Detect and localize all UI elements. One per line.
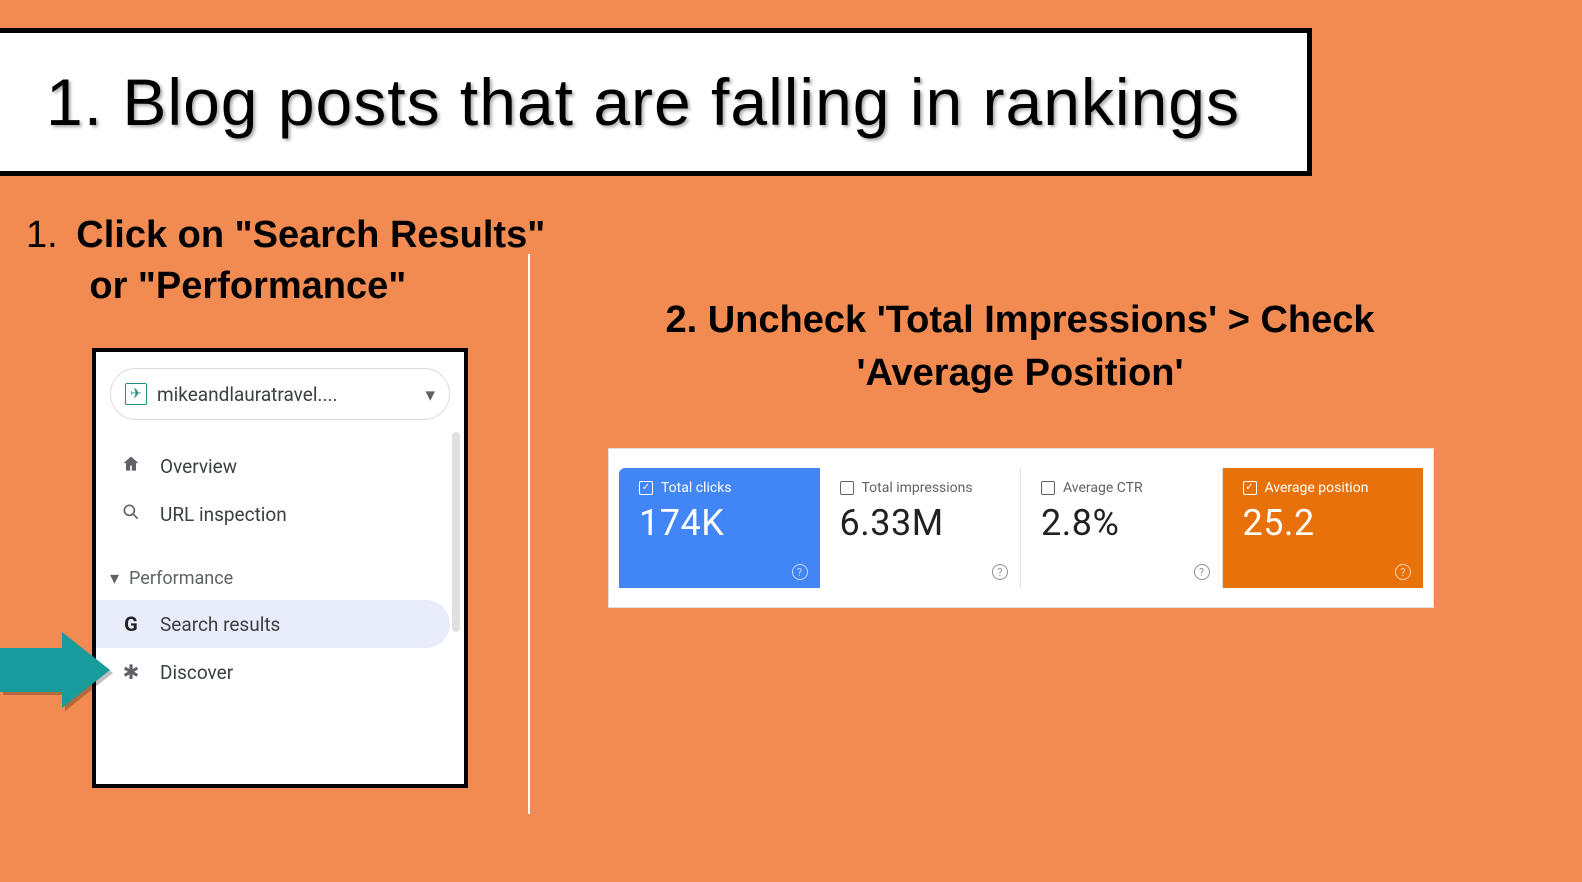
home-icon xyxy=(120,454,142,479)
checkbox-checked-icon: ✓ xyxy=(639,481,653,495)
sidebar-item-url-inspection[interactable]: URL inspection xyxy=(96,490,464,538)
sidebar-item-label: Search results xyxy=(160,613,280,636)
performance-metrics-panel: ✓ Total clicks 174K ? Total impressions … xyxy=(608,448,1434,608)
metric-label: Average CTR xyxy=(1063,480,1143,496)
checkbox-unchecked-icon xyxy=(840,481,854,495)
search-icon xyxy=(120,502,142,527)
sidebar-section-label: Performance xyxy=(129,568,233,589)
help-icon[interactable]: ? xyxy=(792,564,808,580)
slide-title: 1. Blog posts that are falling in rankin… xyxy=(46,64,1240,140)
metric-card-average-position[interactable]: ✓ Average position 25.2 ? xyxy=(1223,468,1424,588)
step2-instruction: 2. Uncheck 'Total Impressions' > Check '… xyxy=(570,294,1470,400)
sidebar-item-label: URL inspection xyxy=(160,503,287,526)
sidebar-item-overview[interactable]: Overview xyxy=(96,442,464,490)
metric-label: Average position xyxy=(1265,480,1369,496)
sidebar-item-discover[interactable]: ✱ Discover xyxy=(96,648,464,696)
pointer-arrow-icon xyxy=(0,632,110,708)
google-g-icon: G xyxy=(120,612,142,636)
chevron-down-icon: ▾ xyxy=(110,568,119,589)
step1-line1: Click on "Search Results" xyxy=(76,214,545,256)
metric-value: 174K xyxy=(639,502,800,544)
step2-line1: 2. Uncheck 'Total Impressions' > Check xyxy=(665,299,1374,341)
sidebar-item-label: Overview xyxy=(160,455,237,478)
step1-number: 1. xyxy=(26,214,58,256)
metric-card-average-ctr[interactable]: Average CTR 2.8% ? xyxy=(1021,468,1223,588)
checkbox-unchecked-icon xyxy=(1041,481,1055,495)
checkbox-checked-icon: ✓ xyxy=(1243,481,1257,495)
help-icon[interactable]: ? xyxy=(1194,564,1210,580)
metric-card-total-impressions[interactable]: Total impressions 6.33M ? xyxy=(820,468,1022,588)
vertical-divider xyxy=(528,254,530,814)
sidebar-section-performance[interactable]: ▾ Performance xyxy=(96,556,464,600)
search-console-sidebar: ✈ mikeandlauratravel.... ▾ Overview URL … xyxy=(92,348,468,788)
metric-value: 25.2 xyxy=(1243,502,1404,544)
asterisk-icon: ✱ xyxy=(120,660,142,684)
metric-label: Total impressions xyxy=(862,480,973,496)
site-favicon-icon: ✈ xyxy=(125,383,147,405)
help-icon[interactable]: ? xyxy=(1395,564,1411,580)
chevron-down-icon: ▾ xyxy=(425,383,435,406)
step1-instruction: 1. Click on "Search Results" or "Perform… xyxy=(26,210,545,313)
property-name: mikeandlauratravel.... xyxy=(157,383,337,406)
step1-line2: or "Performance" xyxy=(89,265,406,307)
metric-value: 2.8% xyxy=(1041,502,1202,544)
property-selector[interactable]: ✈ mikeandlauratravel.... ▾ xyxy=(110,368,450,420)
sidebar-item-search-results[interactable]: G Search results xyxy=(96,600,450,648)
scrollbar[interactable] xyxy=(452,432,460,632)
help-icon[interactable]: ? xyxy=(992,564,1008,580)
step2-line2: 'Average Position' xyxy=(856,352,1183,394)
sidebar-item-label: Discover xyxy=(160,661,233,684)
metric-value: 6.33M xyxy=(840,502,1001,544)
slide-title-box: 1. Blog posts that are falling in rankin… xyxy=(0,28,1312,176)
metric-card-total-clicks[interactable]: ✓ Total clicks 174K ? xyxy=(619,468,820,588)
metric-label: Total clicks xyxy=(661,480,732,496)
